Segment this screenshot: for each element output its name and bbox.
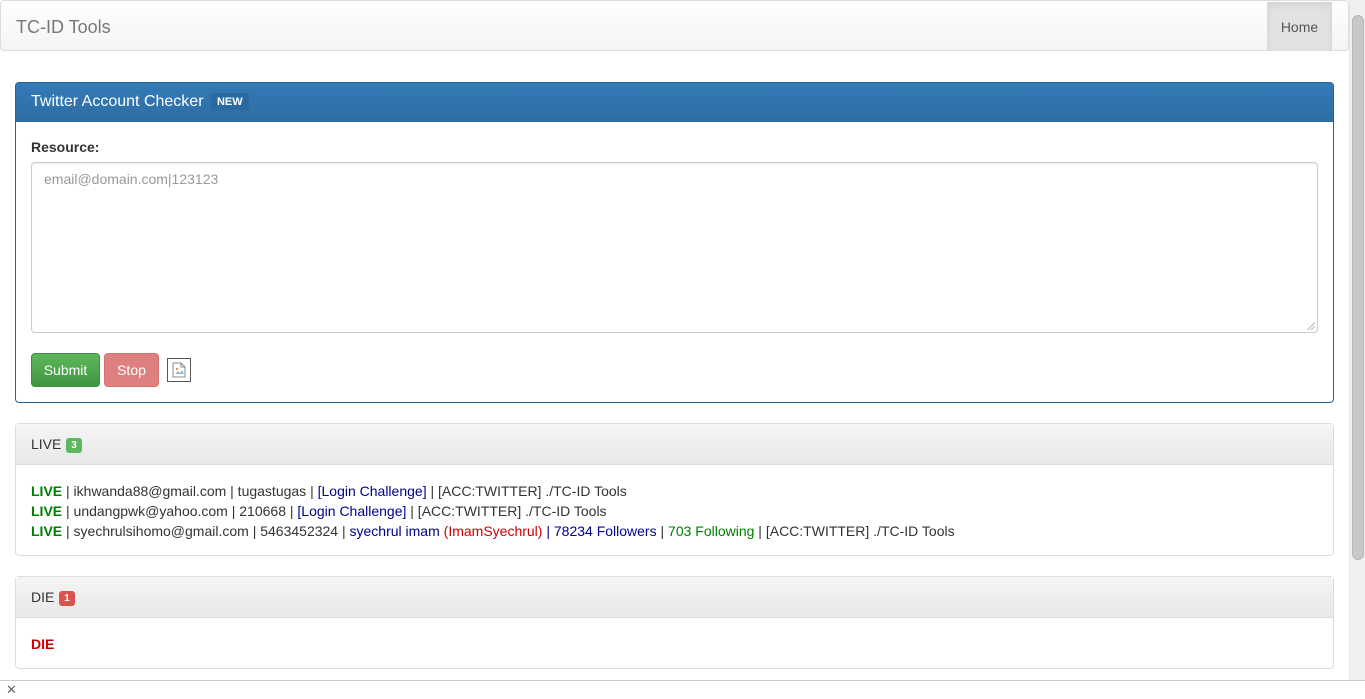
- page: TC-ID Tools Home Twitter Account Checker…: [0, 0, 1349, 680]
- resource-textarea[interactable]: email@domain.com|123123: [31, 162, 1318, 333]
- resize-grip-icon[interactable]: [1306, 321, 1315, 330]
- close-icon[interactable]: ✕: [6, 682, 17, 698]
- live-heading: LIVE 3: [16, 424, 1333, 465]
- live-results: LIVE | ikhwanda88@gmail.com | tugastugas…: [16, 465, 1333, 557]
- live-title: LIVE: [31, 436, 62, 452]
- checker-panel: Twitter Account Checker NEW Resource: em…: [15, 82, 1334, 403]
- die-results: DIE: [16, 618, 1333, 670]
- bottom-bar: ✕: [0, 680, 1365, 699]
- nav-home-link[interactable]: Home: [1267, 2, 1332, 51]
- vertical-scrollbar[interactable]: [1349, 0, 1365, 680]
- die-heading: DIE 1: [16, 577, 1333, 618]
- checker-heading: Twitter Account Checker NEW: [16, 83, 1333, 122]
- checker-title: Twitter Account Checker: [31, 93, 204, 110]
- broken-image-icon: [167, 358, 191, 382]
- die-title: DIE: [31, 589, 55, 605]
- new-badge: NEW: [210, 93, 249, 110]
- list-item: LIVE | ikhwanda88@gmail.com | tugastugas…: [31, 483, 627, 499]
- brand[interactable]: TC-ID Tools: [16, 17, 111, 38]
- list-item: LIVE | syechrulsihomo@gmail.com | 546345…: [31, 523, 955, 539]
- die-count-badge: 1: [59, 591, 75, 606]
- navbar: TC-ID Tools Home: [0, 0, 1349, 51]
- submit-button[interactable]: Submit: [31, 353, 100, 387]
- resource-placeholder: email@domain.com|123123: [44, 171, 219, 187]
- stop-button[interactable]: Stop: [104, 353, 159, 387]
- resource-label: Resource:: [31, 139, 100, 155]
- die-panel: DIE 1 DIE: [15, 576, 1334, 669]
- live-panel: LIVE 3 LIVE | ikhwanda88@gmail.com | tug…: [15, 423, 1334, 556]
- scrollbar-thumb[interactable]: [1352, 15, 1364, 560]
- live-count-badge: 3: [66, 438, 82, 453]
- list-item: DIE: [31, 636, 55, 652]
- list-item: LIVE | undangpwk@yahoo.com | 210668 | [L…: [31, 503, 607, 519]
